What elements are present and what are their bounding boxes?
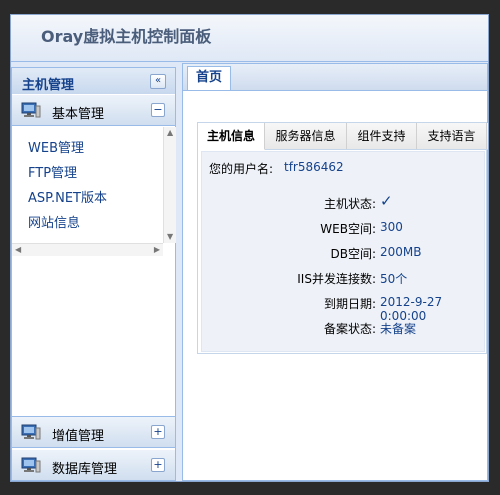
section-label: 数据库管理 [52,462,118,477]
tab-languages[interactable]: 支持语言 [417,123,487,149]
collapse-sidebar-button[interactable]: « [150,74,166,89]
section-label: 基本管理 [52,107,105,122]
host-info-box: 主机信息 服务器信息 组件支持 支持语言 您的用户名: tfr586462 主机… [197,122,488,354]
section-basic-management[interactable]: 基本管理 − [12,94,175,126]
main-tabstrip: 首页 [183,64,487,91]
sidebar-header: 主机管理 « [12,68,175,95]
main-panel: 首页 主机信息 服务器信息 组件支持 支持语言 您的用户名: tfr586462… [182,63,488,481]
menu-item-ftp[interactable]: FTP管理 [28,162,77,181]
menu-item-site-info[interactable]: 网站信息 [28,212,80,231]
collapse-section-icon[interactable]: − [151,103,165,117]
tab-server-info[interactable]: 服务器信息 [265,123,347,149]
monitor-icon [21,102,41,118]
web-space-value: 300 [380,220,403,234]
monitor-icon [21,457,41,473]
db-space-label: DB空间: [330,247,376,261]
db-space-value: 200MB [380,245,422,259]
scroll-down-icon[interactable]: ▼ [167,233,173,241]
expiry-date-value: 2012-9-27 0:00:00 [380,295,443,323]
record-status-label: 备案状态: [323,322,376,336]
host-info-content: 您的用户名: tfr586462 主机状态: ✓ WEB空间: 300 DB空间… [201,151,485,352]
scroll-left-icon[interactable]: ◀ [15,246,21,254]
menu-item-aspnet[interactable]: ASP.NET版本 [28,187,107,206]
basic-menu-list: WEB管理 FTP管理 ASP.NET版本 网站信息 [12,127,162,243]
app-header: Oray虚拟主机控制面板 [11,15,488,62]
record-status-value: 未备案 [380,322,417,336]
menu-item-web[interactable]: WEB管理 [28,137,84,156]
tab-host-info[interactable]: 主机信息 [198,123,265,150]
monitor-icon [21,424,41,440]
sidebar: 主机管理 « 基本管理 − WEB管理 FTP管理 ASP.NET版本 网站信息… [11,67,176,481]
app-title: Oray虚拟主机控制面板 [41,27,212,46]
horizontal-scrollbar[interactable]: ◀ ▶ [12,243,163,256]
expiry-date-label: 到期日期: [323,297,376,311]
section-value-added-management[interactable]: 增值管理 + [12,416,175,448]
tab-home[interactable]: 首页 [187,66,231,90]
username-value: tfr586462 [284,160,344,174]
scroll-right-icon[interactable]: ▶ [154,246,160,254]
web-space-label: WEB空间: [320,222,376,236]
section-database-management[interactable]: 数据库管理 + [12,449,175,481]
host-status-label: 主机状态: [323,197,376,211]
info-tabstrip: 主机信息 服务器信息 组件支持 支持语言 [198,123,488,150]
expand-section-icon[interactable]: + [151,458,165,472]
tab-components[interactable]: 组件支持 [347,123,417,149]
iis-connections-value: 50个 [380,272,408,286]
control-panel-window: Oray虚拟主机控制面板 主机管理 « 基本管理 − WEB管理 FTP管理 A… [10,14,489,482]
expand-section-icon[interactable]: + [151,425,165,439]
username-label: 您的用户名: [209,162,274,176]
section-label: 增值管理 [52,429,105,444]
check-icon: ✓ [380,192,393,210]
sidebar-title: 主机管理 [22,78,75,93]
vertical-scrollbar[interactable]: ▲ ▼ [163,127,176,243]
scroll-up-icon[interactable]: ▲ [167,129,173,137]
iis-connections-label: IIS并发连接数: [297,272,376,286]
